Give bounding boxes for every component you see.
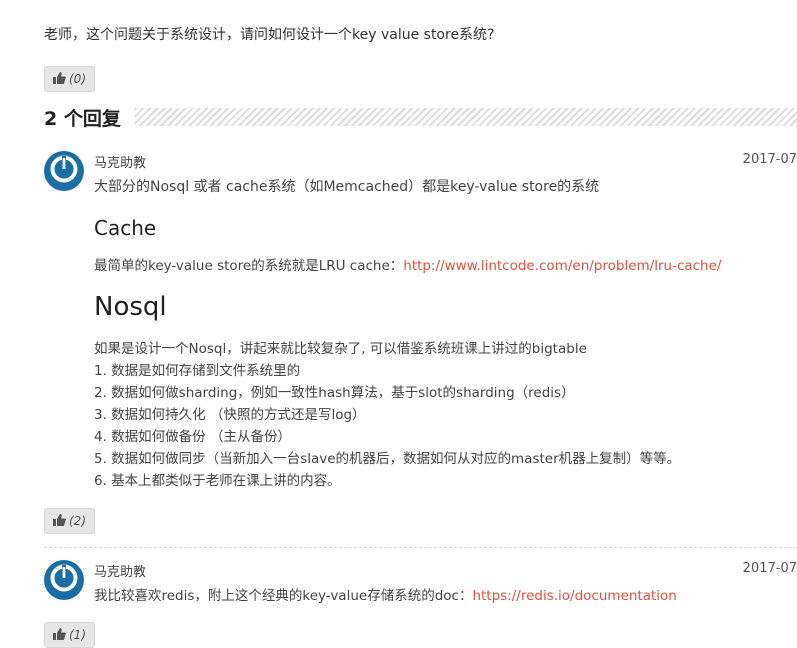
avatar[interactable]: [44, 560, 84, 600]
list-item: 1. 数据是如何存储到文件系统里的: [94, 363, 301, 379]
reply-date: 2017-07: [742, 561, 797, 576]
reply-like-button[interactable]: (2): [44, 508, 95, 534]
nosql-heading: Nosql: [94, 292, 167, 322]
thumbs-up-icon: [53, 513, 69, 529]
reply-like-count: (2): [69, 514, 86, 528]
header-hatch-divider: [134, 108, 797, 126]
thumbs-up-icon: [53, 627, 69, 643]
list-item: 6. 基本上都类似于老师在课上讲的内容。: [94, 473, 341, 489]
reply-text: 我比较喜欢redis，附上这个经典的key-value存储系统的doc：http…: [94, 584, 677, 604]
lru-cache-link[interactable]: http://www.lintcode.com/en/problem/lru-c…: [403, 258, 721, 274]
cache-paragraph: 最简单的key-value store的系统就是LRU cache：http:/…: [94, 254, 721, 274]
question-like-count: (0): [69, 72, 86, 86]
replies-count: 2: [44, 107, 58, 130]
avatar[interactable]: [44, 151, 84, 191]
reply-like-count: (1): [69, 628, 86, 642]
reply-like-button[interactable]: (1): [44, 622, 95, 648]
reply-date: 2017-07: [742, 152, 797, 167]
cache-text: 最简单的key-value store的系统就是LRU cache：: [94, 258, 404, 274]
question-text: 老师，这个问题关于系统设计，请问如何设计一个key value store系统?: [44, 27, 495, 43]
reply-author[interactable]: 马克助教: [94, 561, 146, 580]
replies-label: 个回复: [63, 107, 121, 130]
reply-text-content: 我比较喜欢redis，附上这个经典的key-value存储系统的doc：: [94, 588, 473, 604]
redis-docs-link[interactable]: https://redis.io/documentation: [472, 588, 676, 604]
power-icon: [49, 563, 79, 597]
list-item: 3. 数据如何持久化 （快照的方式还是写log）: [94, 407, 366, 423]
replies-title: 2 个回复: [44, 104, 121, 131]
list-item: 4. 数据如何做备份 （主从备份）: [94, 429, 291, 445]
list-item: 2. 数据如何做sharding，例如一致性hash算法，基于slot的shar…: [94, 385, 575, 401]
replies-header: 2 个回复: [44, 103, 797, 131]
reply-intro: 大部分的Nosql 或者 cache系统（如Memcached）都是key-va…: [94, 179, 600, 195]
power-icon: [49, 154, 79, 188]
cache-heading: Cache: [94, 216, 157, 240]
reply-divider: [44, 547, 797, 548]
nosql-intro: 如果是设计一个Nosql，讲起来就比较复杂了, 可以借鉴系统班课上讲过的bigt…: [94, 341, 587, 357]
list-item: 5. 数据如何做同步（当新加入一台slave的机器后，数据如何从对应的maste…: [94, 451, 681, 467]
question-like-button[interactable]: (0): [44, 66, 95, 92]
reply-author[interactable]: 马克助教: [94, 152, 146, 171]
thumbs-up-icon: [53, 71, 69, 87]
